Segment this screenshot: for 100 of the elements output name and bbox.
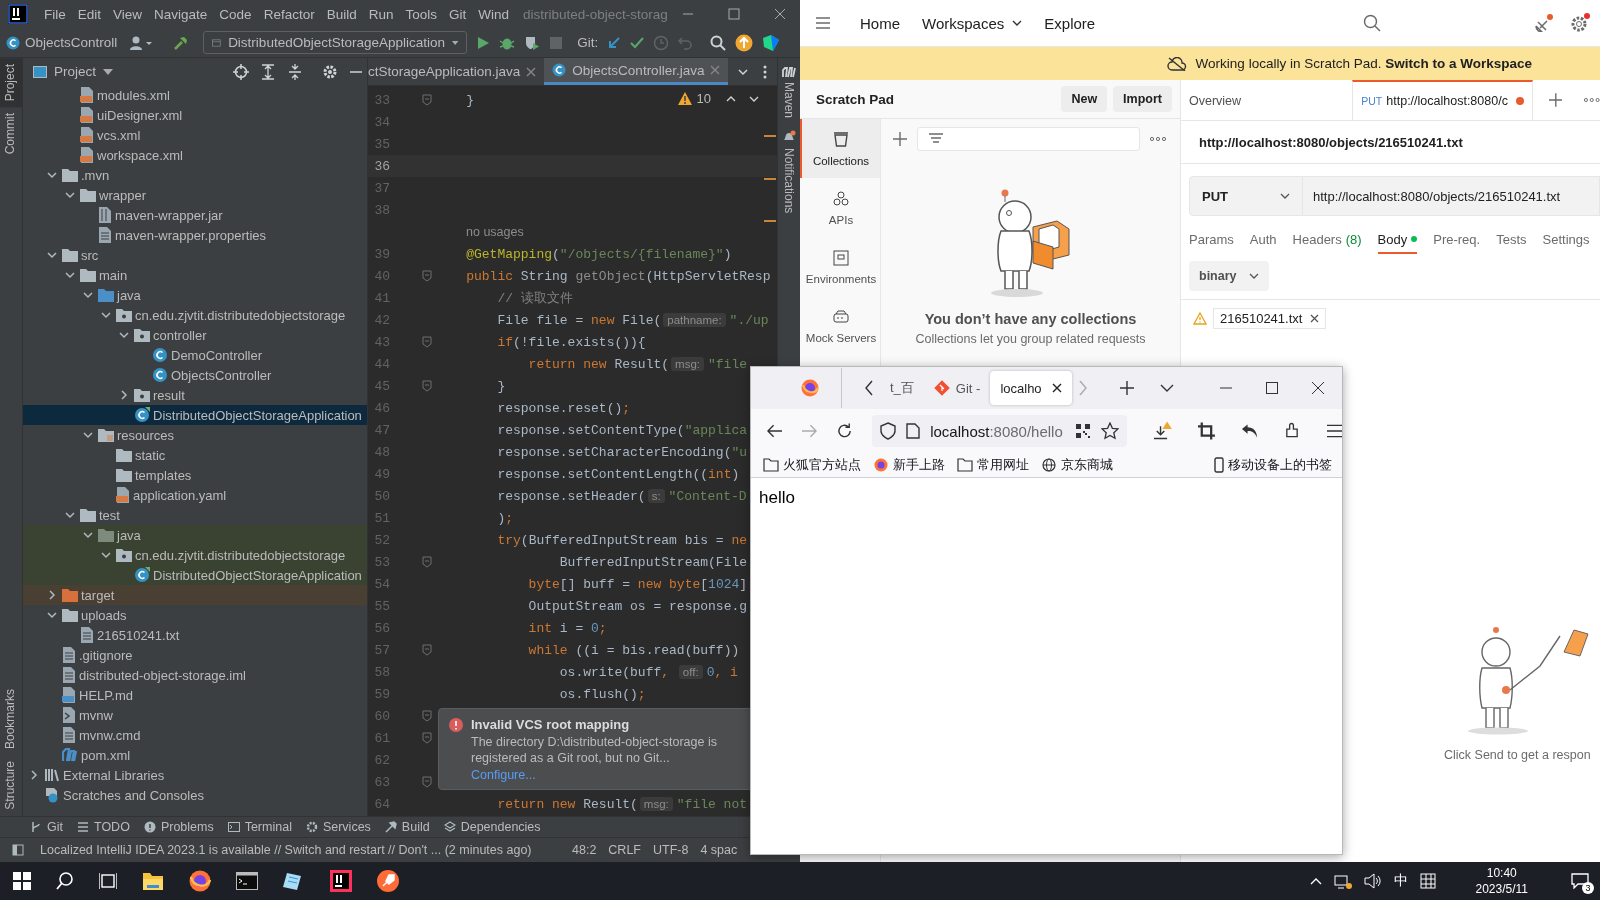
project-view-dropdown[interactable]: Project [33, 64, 114, 79]
tool-window-button[interactable]: Commit [0, 107, 22, 161]
menu-item[interactable]: Run [362, 6, 400, 22]
square-icon[interactable] [12, 844, 24, 856]
menu-item[interactable]: File [38, 6, 72, 22]
sidebar-nav-item[interactable]: APIs [800, 178, 880, 237]
more-icon[interactable] [1584, 98, 1600, 102]
bookmark-item[interactable]: 移动设备上的书签 [1214, 456, 1342, 474]
browser-logo-icon[interactable] [801, 379, 819, 397]
sidebar-nav-item[interactable]: Environments [800, 237, 880, 296]
request-section-tab[interactable]: Body [1377, 226, 1418, 254]
search-icon[interactable] [710, 34, 727, 51]
close-icon[interactable] [1312, 382, 1324, 394]
menu-item[interactable]: Navigate [148, 6, 214, 22]
file-encoding[interactable]: UTF-8 [653, 843, 689, 857]
tool-window-tab[interactable]: Problems [143, 820, 214, 834]
tool-window-button[interactable]: Bookmarks [0, 683, 22, 756]
tree-item[interactable]: application.yaml [23, 485, 367, 505]
tree-item[interactable]: src [23, 245, 367, 265]
tool-window-tab[interactable]: Terminal [227, 820, 292, 834]
toolbox-icon[interactable] [762, 33, 781, 52]
line-ending[interactable]: CRLF [608, 843, 641, 857]
tree-item[interactable]: uploads [23, 605, 367, 625]
back-icon[interactable] [767, 424, 783, 438]
indent-setting[interactable]: 4 spac [700, 843, 738, 857]
action-button[interactable]: New [1061, 86, 1108, 112]
cursor-position[interactable]: 48:2 [572, 843, 597, 857]
menu-item[interactable]: Tools [399, 6, 443, 22]
tree-item[interactable]: resources [23, 425, 367, 445]
nav-link[interactable]: Home [860, 14, 900, 32]
tree-item[interactable]: target [23, 585, 367, 605]
notification-center-button[interactable]: 3 [1560, 862, 1600, 900]
tool-window-button[interactable]: Notifications [778, 122, 800, 218]
tree-item[interactable]: HELP.md [23, 685, 367, 705]
tree-item[interactable]: ObjectsController [23, 365, 367, 385]
tree-item[interactable]: Scratches and Consoles [23, 785, 367, 805]
tree-item[interactable]: 216510241.txt [23, 625, 367, 645]
keyboard-grid-icon[interactable] [1419, 873, 1436, 889]
tree-item[interactable]: cn.edu.zjvtit.distributedobjectstorage [23, 545, 367, 565]
navigation-breadcrumb[interactable]: ObjectsControll [6, 35, 118, 50]
run-icon[interactable] [476, 35, 491, 50]
chevron-down-icon[interactable] [1159, 384, 1174, 392]
speaker-icon[interactable] [1363, 873, 1382, 889]
tree-item[interactable]: modules.xml [23, 85, 367, 105]
undo-icon[interactable] [1241, 423, 1258, 439]
fold-icon[interactable] [422, 710, 432, 722]
chevron-left-icon[interactable] [864, 380, 874, 396]
tree-item[interactable]: maven-wrapper.jar [23, 205, 367, 225]
bookmark-item[interactable]: 常用网址 [957, 456, 1029, 474]
tree-item[interactable]: cn.edu.zjvtit.distributedobjectstorage [23, 305, 367, 325]
menu-item[interactable]: Refactor [257, 6, 321, 22]
editor-tab[interactable]: ctStorageApplication.java [368, 58, 545, 85]
tree-item[interactable]: DistributedObjectStorageApplication [23, 405, 367, 425]
browser-logo-icon[interactable] [189, 870, 211, 892]
collapse-all-icon[interactable] [287, 63, 303, 80]
menu-item[interactable]: View [107, 6, 149, 22]
app-logo-icon[interactable] [8, 4, 28, 24]
hammer-icon[interactable] [173, 34, 190, 51]
menu-item[interactable]: Git [443, 6, 473, 22]
filter-field[interactable] [917, 127, 1140, 151]
sidebar-nav-item[interactable]: Collections [800, 119, 880, 178]
crop-icon[interactable] [1198, 422, 1216, 440]
tool-window-tab[interactable]: Build [384, 820, 430, 834]
inspection-widget[interactable]: 10 [677, 91, 759, 106]
tool-window-tab[interactable]: TODO [77, 820, 130, 834]
tool-window-tab[interactable]: Git [30, 820, 63, 834]
chevron-up-icon[interactable] [726, 95, 736, 102]
nav-link[interactable]: Explore [1044, 14, 1096, 32]
plus-icon[interactable] [1548, 93, 1563, 107]
tree-item[interactable]: result [23, 385, 367, 405]
tree-item[interactable]: static [23, 445, 367, 465]
menu-icon[interactable] [1326, 424, 1342, 438]
shield-run-icon[interactable] [524, 34, 541, 51]
request-section-tab[interactable]: Headers (8) [1292, 226, 1362, 254]
reload-icon[interactable] [837, 423, 853, 439]
input-method-indicator[interactable]: 中 [1393, 872, 1408, 890]
run-configuration-dropdown[interactable]: DistributedObjectStorageApplication [203, 31, 468, 54]
fold-icon[interactable] [422, 732, 432, 744]
search-icon[interactable] [56, 872, 74, 890]
menu-item[interactable]: Code [213, 6, 258, 22]
request-section-tab[interactable]: Pre-req. [1433, 226, 1481, 254]
request-section-tab[interactable]: Auth [1249, 226, 1277, 254]
request-tab[interactable]: Overview [1181, 80, 1353, 120]
nav-link[interactable]: Workspaces [922, 14, 1023, 32]
download-icon[interactable] [1153, 421, 1173, 441]
expand-all-icon[interactable] [260, 63, 276, 80]
tool-window-button[interactable]: Maven [778, 58, 800, 123]
action-button[interactable]: Import [1113, 86, 1172, 112]
tool-window-button[interactable]: Structure [0, 755, 22, 816]
puzzle-icon[interactable] [1284, 422, 1301, 440]
tree-item[interactable]: vcs.xml [23, 125, 367, 145]
tree-item[interactable]: distributed-object-storage.iml [23, 665, 367, 685]
fold-icon[interactable] [422, 644, 432, 656]
tree-item[interactable]: java [23, 525, 367, 545]
request-section-tab[interactable]: Tests [1496, 226, 1527, 254]
settings-icon[interactable] [1570, 13, 1590, 33]
browser-tab[interactable]: Git - [923, 371, 991, 405]
tree-item[interactable]: wrapper [23, 185, 367, 205]
ide-logo-icon[interactable] [330, 870, 352, 892]
maximize-icon[interactable] [1266, 382, 1278, 394]
